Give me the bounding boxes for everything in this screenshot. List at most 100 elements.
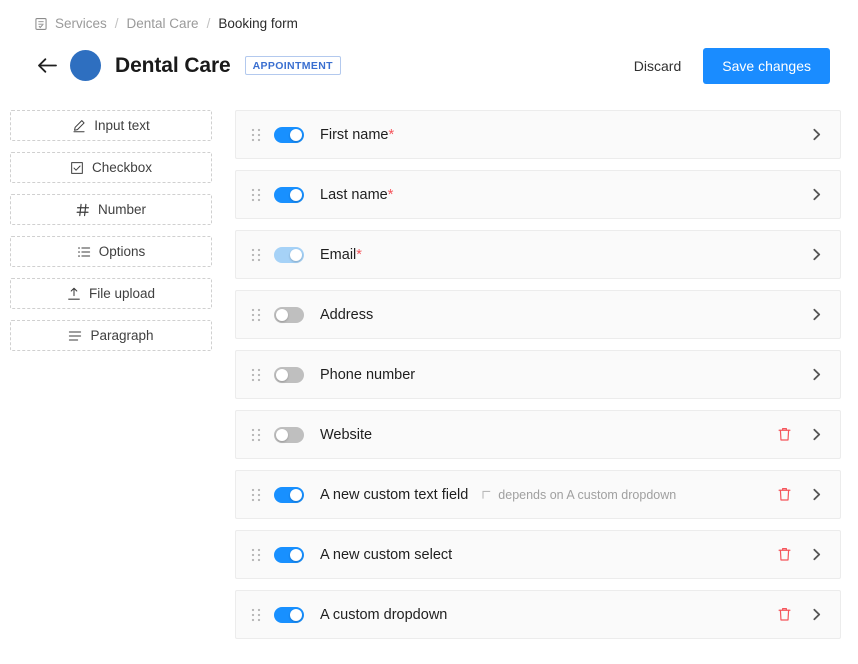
- checkbox-icon: [71, 161, 83, 174]
- toggle-knob: [276, 368, 288, 381]
- pencil-icon: [73, 119, 85, 132]
- drag-handle-icon[interactable]: [251, 188, 261, 202]
- palette-item-label: Checkbox: [91, 160, 153, 175]
- toggle-knob: [276, 308, 288, 321]
- field-dependency: depends on A custom dropdown: [482, 488, 676, 502]
- field-row-phone-number[interactable]: Phone number: [235, 350, 841, 399]
- paragraph-icon: [69, 330, 82, 341]
- field-enabled-toggle[interactable]: [274, 546, 304, 563]
- delete-field-button[interactable]: [778, 427, 791, 442]
- page-title: Dental Care: [115, 53, 231, 77]
- field-label: A custom dropdown: [320, 606, 448, 623]
- field-label: A new custom select: [320, 546, 453, 563]
- field-label: Email*: [320, 246, 362, 263]
- chevron-right-icon[interactable]: [810, 128, 823, 141]
- drag-handle-icon[interactable]: [251, 368, 261, 382]
- chevron-right-icon[interactable]: [810, 188, 823, 201]
- toggle-knob: [290, 488, 302, 501]
- drag-handle-icon[interactable]: [251, 608, 261, 622]
- required-marker: *: [388, 126, 395, 143]
- breadcrumb-item-services[interactable]: Services: [55, 16, 107, 31]
- drag-handle-icon[interactable]: [251, 488, 261, 502]
- delete-field-button[interactable]: [778, 547, 791, 562]
- delete-field-button[interactable]: [778, 487, 791, 502]
- form-field-list: First name* Last name* Email* Address Ph…: [235, 110, 841, 639]
- breadcrumb-separator: /: [206, 16, 211, 31]
- field-row-a-new-custom-text-field[interactable]: A new custom text field depends on A cus…: [235, 470, 841, 519]
- dependency-branch-icon: [482, 490, 491, 499]
- toggle-knob: [290, 188, 302, 201]
- field-label: First name*: [320, 126, 395, 143]
- field-row-first-name[interactable]: First name*: [235, 110, 841, 159]
- field-row-a-custom-dropdown[interactable]: A custom dropdown: [235, 590, 841, 639]
- palette-item-options[interactable]: Options: [10, 236, 212, 267]
- field-enabled-toggle[interactable]: [274, 186, 304, 203]
- upload-icon: [68, 287, 80, 300]
- delete-field-button[interactable]: [778, 607, 791, 622]
- toggle-knob: [276, 428, 288, 441]
- field-enabled-toggle[interactable]: [274, 366, 304, 383]
- chevron-right-icon[interactable]: [810, 608, 823, 621]
- breadcrumb-separator: /: [114, 16, 119, 31]
- field-enabled-toggle[interactable]: [274, 246, 304, 263]
- content-area: Input text Checkbox Number Options File …: [0, 88, 858, 639]
- save-changes-button[interactable]: Save changes: [703, 47, 830, 84]
- discard-button[interactable]: Discard: [624, 50, 691, 82]
- field-row-email[interactable]: Email*: [235, 230, 841, 279]
- field-enabled-toggle[interactable]: [274, 606, 304, 623]
- field-enabled-toggle[interactable]: [274, 486, 304, 503]
- field-dependency-label: depends on A custom dropdown: [498, 487, 677, 502]
- breadcrumb-item-booking-form: Booking form: [218, 16, 298, 31]
- chevron-right-icon[interactable]: [810, 248, 823, 261]
- list-icon: [77, 246, 90, 257]
- drag-handle-icon[interactable]: [251, 548, 261, 562]
- breadcrumb-item-dental-care[interactable]: Dental Care: [127, 16, 199, 31]
- field-label: A new custom text field: [320, 486, 469, 503]
- palette-item-paragraph[interactable]: Paragraph: [10, 320, 212, 351]
- trash-icon: [778, 548, 791, 561]
- palette-item-label: Input text: [94, 118, 150, 133]
- field-label: Last name*: [320, 186, 394, 203]
- trash-icon: [778, 428, 791, 441]
- field-enabled-toggle[interactable]: [274, 126, 304, 143]
- palette-item-label: File upload: [88, 286, 156, 301]
- drag-handle-icon[interactable]: [251, 428, 261, 442]
- toggle-knob: [290, 128, 302, 141]
- field-label: Phone number: [320, 366, 416, 383]
- chevron-right-icon[interactable]: [810, 488, 823, 501]
- field-row-address[interactable]: Address: [235, 290, 841, 339]
- chevron-right-icon[interactable]: [810, 308, 823, 321]
- trash-icon: [778, 608, 791, 621]
- back-button[interactable]: [34, 53, 60, 79]
- breadcrumb: Services / Dental Care / Booking form: [0, 0, 858, 34]
- drag-handle-icon[interactable]: [251, 128, 261, 142]
- field-enabled-toggle[interactable]: [274, 426, 304, 443]
- palette-item-number[interactable]: Number: [10, 194, 212, 225]
- toggle-knob: [290, 608, 302, 621]
- drag-handle-icon[interactable]: [251, 308, 261, 322]
- page-header: Dental Care APPOINTMENT Discard Save cha…: [0, 34, 858, 88]
- field-row-last-name[interactable]: Last name*: [235, 170, 841, 219]
- hash-icon: [76, 203, 89, 216]
- arrow-left-icon: [37, 58, 57, 73]
- palette-item-file-upload[interactable]: File upload: [10, 278, 212, 309]
- drag-handle-icon[interactable]: [251, 248, 261, 262]
- trash-icon: [778, 488, 791, 501]
- toggle-knob: [290, 548, 302, 561]
- field-type-palette: Input text Checkbox Number Options File …: [10, 110, 212, 351]
- required-marker: *: [387, 186, 394, 203]
- chevron-right-icon[interactable]: [810, 548, 823, 561]
- palette-item-label: Paragraph: [90, 328, 154, 343]
- toggle-knob: [290, 248, 302, 261]
- field-enabled-toggle[interactable]: [274, 306, 304, 323]
- field-label: Website: [320, 426, 373, 443]
- chevron-right-icon[interactable]: [810, 428, 823, 441]
- chevron-right-icon[interactable]: [810, 368, 823, 381]
- palette-item-checkbox[interactable]: Checkbox: [10, 152, 212, 183]
- field-row-a-new-custom-select[interactable]: A new custom select: [235, 530, 841, 579]
- palette-item-input-text[interactable]: Input text: [10, 110, 212, 141]
- field-label: Address: [320, 306, 374, 323]
- field-row-website[interactable]: Website: [235, 410, 841, 459]
- required-marker: *: [356, 246, 362, 263]
- palette-item-label: Options: [98, 244, 146, 259]
